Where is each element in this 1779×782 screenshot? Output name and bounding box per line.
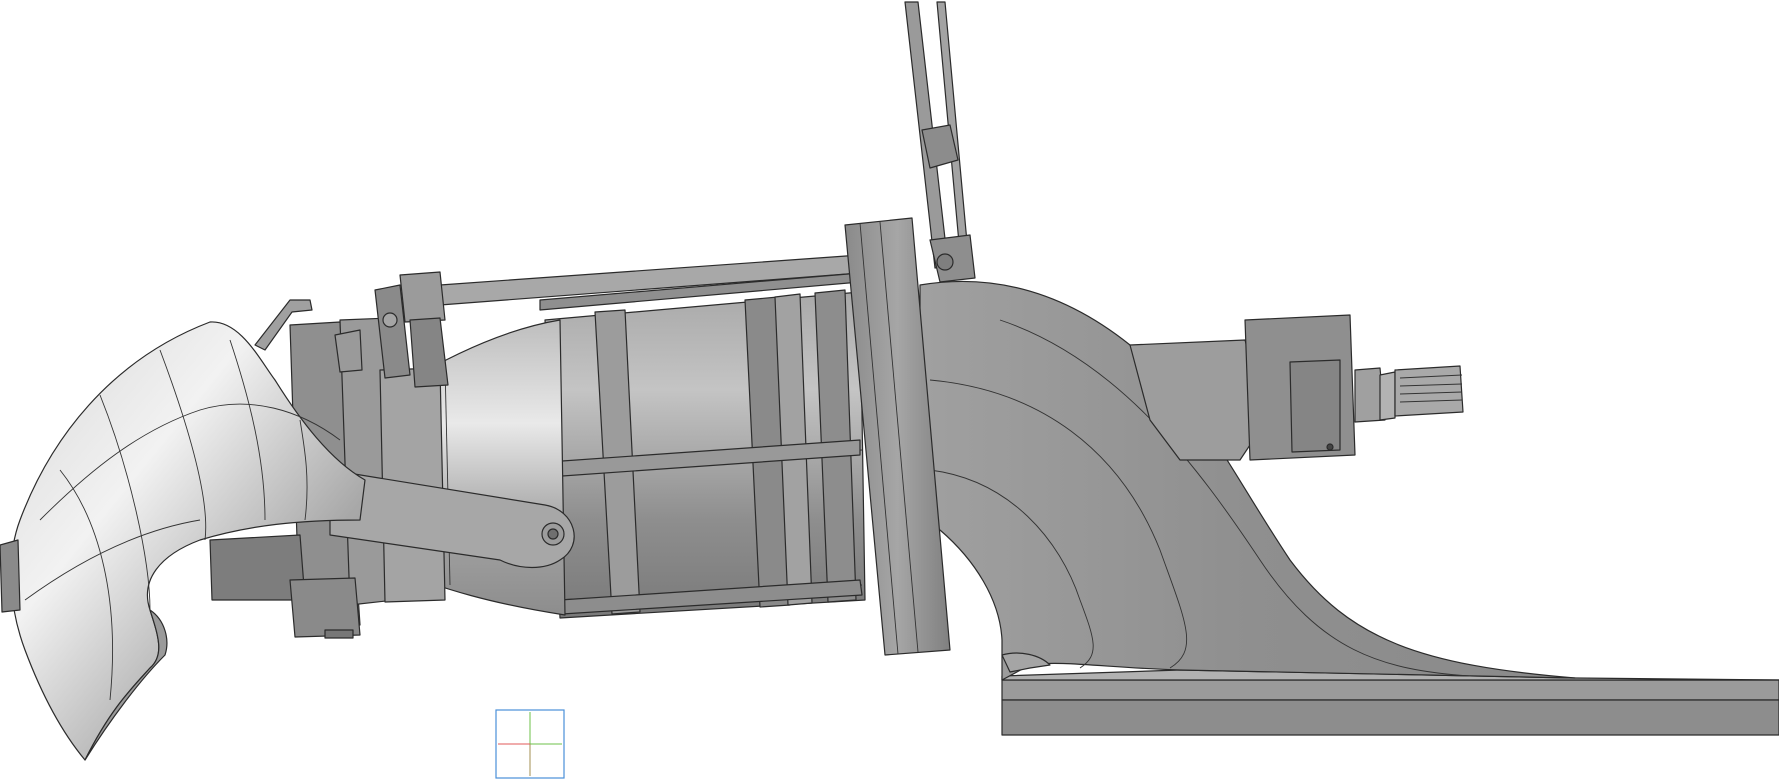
- motor-cylinder[interactable]: [544, 289, 866, 619]
- control-lever[interactable]: [904, 1, 976, 283]
- cad-viewport[interactable]: [0, 0, 1779, 782]
- cad-model-render[interactable]: [0, 0, 1779, 782]
- splined-shaft[interactable]: [1379, 365, 1464, 421]
- axis-triad-icon: [495, 709, 565, 779]
- rear-gearbox[interactable]: [1129, 314, 1386, 461]
- base-plate[interactable]: [1001, 669, 1779, 736]
